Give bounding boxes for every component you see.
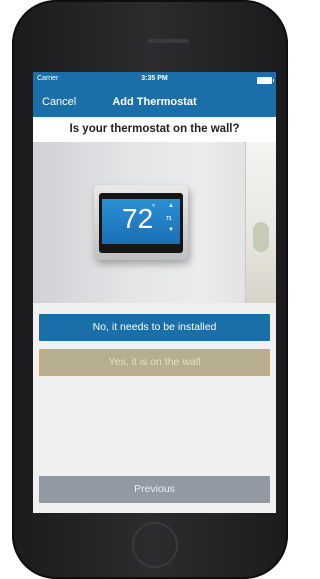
on-wall-button[interactable]: Yes, it is on the wall xyxy=(39,349,270,376)
needs-install-button[interactable]: No, it needs to be installed xyxy=(39,314,270,341)
page-title: Add Thermostat xyxy=(112,96,197,108)
speaker-grille xyxy=(147,39,189,43)
thermostat-screen: 72 ° ▲ 71 ▼ xyxy=(102,199,180,244)
thermostat-photo: 72 ° ▲ 71 ▼ xyxy=(33,142,276,303)
temperature-display: 72 xyxy=(122,203,154,234)
app-screen: Carrier 3:35 PM Cancel Add Thermostat Is… xyxy=(33,72,276,513)
arrow-up-icon: ▲ xyxy=(168,203,174,209)
navigation-bar: Carrier 3:35 PM Cancel Add Thermostat xyxy=(33,72,276,117)
home-button[interactable] xyxy=(132,522,178,568)
status-time: 3:35 PM xyxy=(141,75,168,82)
plant-decoration xyxy=(253,222,269,252)
status-bar: Carrier 3:35 PM xyxy=(33,75,276,87)
question-heading: Is your thermostat on the wall? xyxy=(33,117,276,142)
arrow-down-icon: ▼ xyxy=(168,227,174,233)
degree-symbol: ° xyxy=(152,203,156,212)
setpoint-display: 71 xyxy=(166,216,172,222)
previous-button[interactable]: Previous xyxy=(39,476,270,503)
thermostat-device: 72 ° ▲ 71 ▼ xyxy=(94,185,188,260)
battery-icon xyxy=(257,77,274,84)
